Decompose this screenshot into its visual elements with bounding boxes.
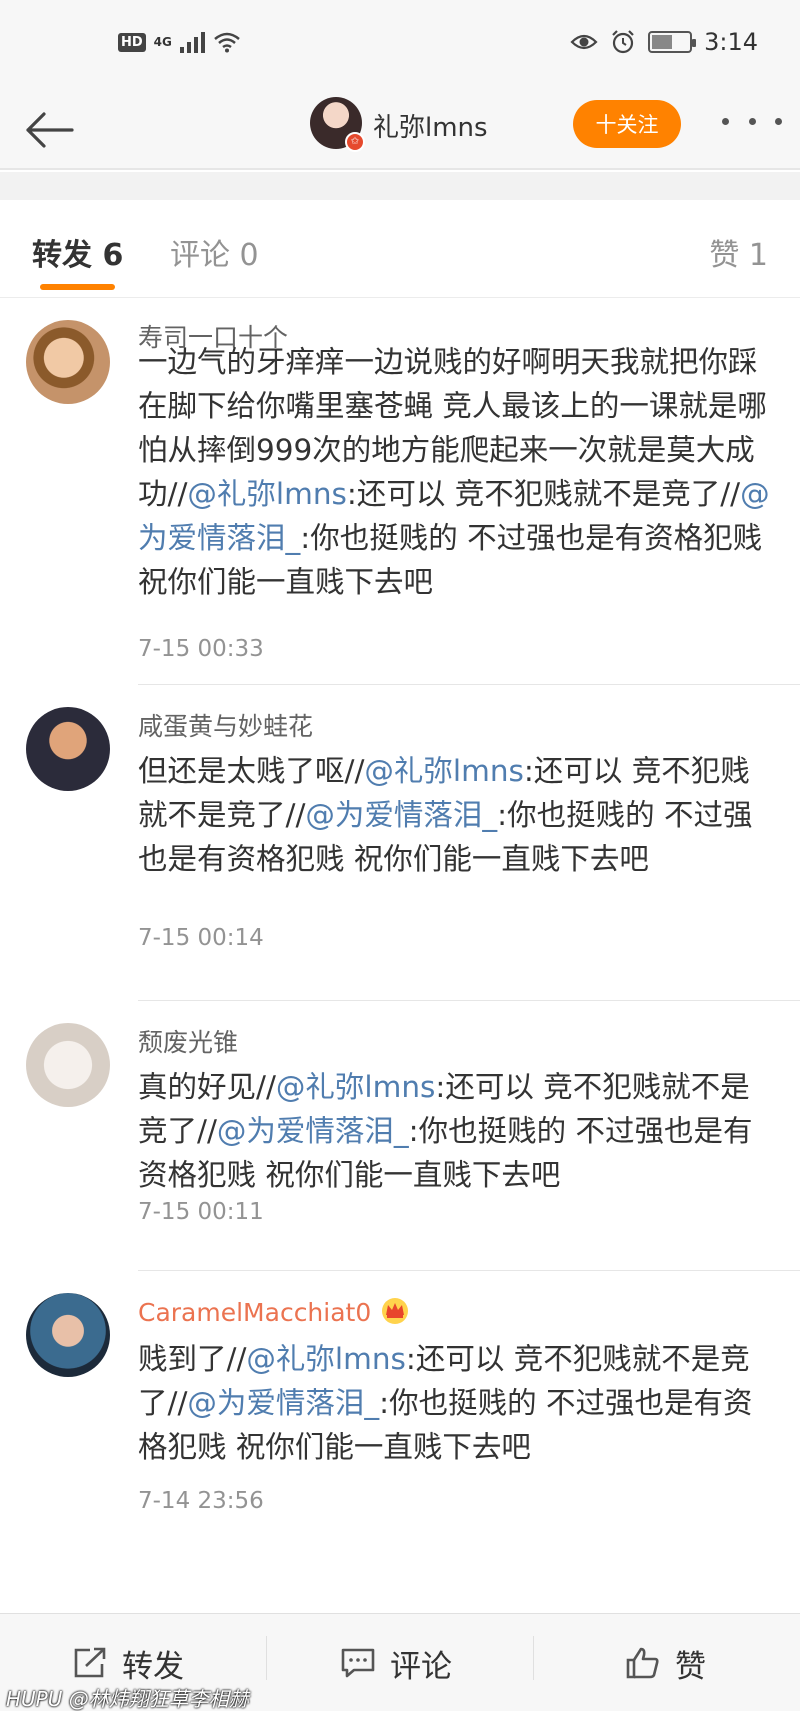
- alarm-icon: [612, 30, 634, 54]
- follow-button[interactable]: 十关注: [573, 100, 681, 148]
- repost-label: 转发: [122, 1648, 184, 1685]
- status-bar: HD 4G 3:14: [0, 0, 800, 90]
- section-gap: [0, 172, 800, 200]
- avatar[interactable]: [26, 707, 110, 791]
- thumbs-up-icon: [626, 1647, 659, 1679]
- wifi-icon: [214, 32, 240, 53]
- avatar[interactable]: [26, 320, 110, 404]
- list-item: 寿司一口十个 一边气的牙痒痒一边说贱的好啊明天我就把你踩在脚下给你嘴里塞苍蝇 竞…: [0, 298, 800, 745]
- mention-link[interactable]: @为爱情落泪_: [187, 1386, 379, 1420]
- repost-icon: [74, 1647, 106, 1678]
- comment-label: 评论: [390, 1648, 452, 1685]
- mention-link[interactable]: @礼弥lmns: [246, 1342, 406, 1376]
- tab-comment[interactable]: 评论 0: [170, 230, 259, 274]
- profile-name[interactable]: 礼弥lmns: [373, 107, 488, 144]
- battery-icon: [648, 31, 697, 53]
- timestamp: 7-14 23:56: [138, 1488, 264, 1514]
- like-button[interactable]: 赞: [625, 1614, 706, 1711]
- more-dots-icon[interactable]: [722, 106, 782, 136]
- tab-like[interactable]: 赞 1: [709, 230, 768, 274]
- divider: [533, 1636, 534, 1680]
- timestamp: 7-15 00:14: [138, 925, 264, 951]
- tab-bar: 转发 6 评论 0 赞 1: [0, 200, 800, 298]
- mention-link[interactable]: @礼弥lmns: [187, 477, 347, 511]
- repost-text: 贱到了//@礼弥lmns:还可以 竞不犯贱就不是竞了//@为爱情落泪_:你也挺贱…: [138, 1342, 753, 1464]
- profile-avatar[interactable]: ✩: [310, 97, 365, 152]
- tab-repost[interactable]: 转发 6: [32, 230, 123, 274]
- mention-link[interactable]: @为爱情落泪_: [305, 798, 497, 832]
- status-right: 3:14: [570, 28, 758, 56]
- timestamp: 7-15 00:11: [138, 1199, 264, 1225]
- title-bar: ✩ 礼弥lmns 十关注: [0, 90, 800, 170]
- eye-icon: [570, 34, 598, 50]
- like-label: 赞: [675, 1648, 706, 1685]
- verified-badge-icon: ✩: [345, 132, 365, 152]
- comment-button[interactable]: 评论: [340, 1614, 452, 1711]
- mention-link[interactable]: @礼弥lmns: [276, 1070, 436, 1104]
- mention-link[interactable]: @礼弥lmns: [364, 754, 524, 788]
- list-item: CaramelMacchiat0 贱到了//@礼弥lmns:还可以 竞不犯贱就不…: [0, 1271, 800, 1591]
- user-name[interactable]: 咸蛋黄与妙蛙花: [138, 707, 313, 743]
- signal-icon: [179, 31, 205, 53]
- list-item: 咸蛋黄与妙蛙花 但还是太贱了呕//@礼弥lmns:还可以 竞不犯贱就不是竞了//…: [0, 685, 800, 1001]
- vip-crown-icon: [382, 1298, 409, 1324]
- user-name[interactable]: CaramelMacchiat0: [138, 1295, 411, 1327]
- hd-badge: HD: [118, 32, 146, 52]
- back-arrow-icon[interactable]: [20, 104, 80, 156]
- avatar[interactable]: [26, 1293, 110, 1377]
- list-item: 颓废光锥 真的好见//@礼弥lmns:还可以 竞不犯贱就不是竞了//@为爱情落泪…: [0, 1001, 800, 1271]
- repost-text: 但还是太贱了呕//@礼弥lmns:还可以 竞不犯贱就不是竞了//@为爱情落泪_:…: [138, 754, 753, 876]
- user-name[interactable]: 颓废光锥: [138, 1023, 238, 1059]
- avatar[interactable]: [26, 1023, 110, 1107]
- watermark: HUPU @林炜翔狂草李相赫: [6, 1687, 249, 1711]
- comment-icon: [341, 1648, 375, 1678]
- status-left: HD 4G: [118, 31, 241, 53]
- repost-text: 真的好见//@礼弥lmns:还可以 竞不犯贱就不是竞了//@为爱情落泪_:你也挺…: [138, 1070, 753, 1192]
- timestamp: 7-15 00:33: [138, 636, 264, 662]
- mention-link[interactable]: @为爱情落泪_: [217, 1114, 409, 1148]
- network-type: 4G: [153, 35, 172, 49]
- clock: 3:14: [704, 28, 758, 56]
- divider: [266, 1636, 267, 1680]
- repost-text: 一边气的牙痒痒一边说贱的好啊明天我就把你踩在脚下给你嘴里塞苍蝇 竞人最该上的一课…: [138, 345, 770, 599]
- active-tab-indicator: [40, 284, 115, 290]
